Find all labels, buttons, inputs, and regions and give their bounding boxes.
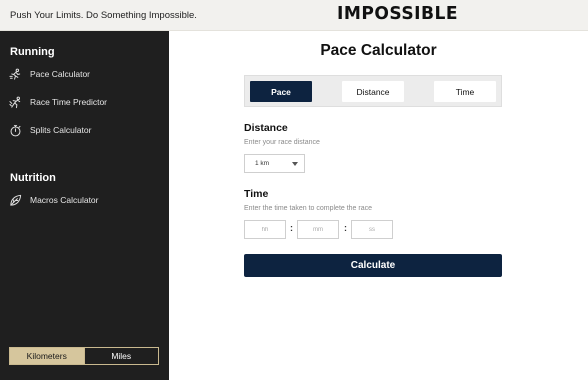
kilometers-toggle[interactable]: Kilometers bbox=[10, 348, 84, 364]
chevron-down-icon bbox=[292, 162, 298, 166]
sidebar-item-macros-calculator[interactable]: Macros Calculator bbox=[8, 190, 158, 210]
sprinter-icon bbox=[8, 95, 22, 109]
distance-select-value: 1 km bbox=[255, 160, 270, 167]
time-heading: Time bbox=[244, 188, 269, 200]
time-separator: : bbox=[344, 223, 347, 233]
hours-input[interactable] bbox=[244, 220, 286, 239]
sidebar-item-label: Macros Calculator bbox=[30, 195, 99, 205]
distance-help-text: Enter your race distance bbox=[244, 139, 320, 146]
seconds-input[interactable] bbox=[351, 220, 393, 239]
sidebar-item-label: Pace Calculator bbox=[30, 69, 91, 79]
calculator-mode-tabs: Pace Distance Time bbox=[244, 75, 502, 107]
sidebar: Running Pace Calculator Race Time Predic… bbox=[0, 31, 169, 380]
sidebar-item-label: Splits Calculator bbox=[30, 125, 92, 135]
tab-pace[interactable]: Pace bbox=[250, 81, 312, 102]
leaf-icon bbox=[8, 193, 22, 207]
sidebar-section-nutrition: Nutrition bbox=[10, 172, 56, 184]
stopwatch-icon bbox=[8, 123, 22, 137]
sidebar-item-pace-calculator[interactable]: Pace Calculator bbox=[8, 64, 158, 84]
miles-toggle[interactable]: Miles bbox=[83, 348, 158, 364]
time-help-text: Enter the time taken to complete the rac… bbox=[244, 205, 373, 212]
top-bar: Push Your Limits. Do Something Impossibl… bbox=[0, 0, 588, 31]
unit-toggle: Kilometers Miles bbox=[9, 347, 159, 365]
distance-select[interactable]: 1 km bbox=[244, 154, 305, 173]
time-separator: : bbox=[290, 223, 293, 233]
sidebar-item-splits-calculator[interactable]: Splits Calculator bbox=[8, 120, 158, 140]
minutes-input[interactable] bbox=[297, 220, 339, 239]
calculate-button[interactable]: Calculate bbox=[244, 254, 502, 277]
tab-time[interactable]: Time bbox=[434, 81, 496, 102]
sidebar-section-running: Running bbox=[10, 46, 55, 58]
distance-heading: Distance bbox=[244, 122, 288, 134]
tab-distance[interactable]: Distance bbox=[342, 81, 404, 102]
sidebar-item-race-time-predictor[interactable]: Race Time Predictor bbox=[8, 92, 158, 112]
sidebar-item-label: Race Time Predictor bbox=[30, 97, 107, 107]
page-title: Pace Calculator bbox=[320, 42, 437, 59]
runner-icon bbox=[8, 67, 22, 81]
tagline: Push Your Limits. Do Something Impossibl… bbox=[10, 10, 197, 21]
brand-logo[interactable]: IMPOSSIBLE bbox=[337, 3, 458, 24]
